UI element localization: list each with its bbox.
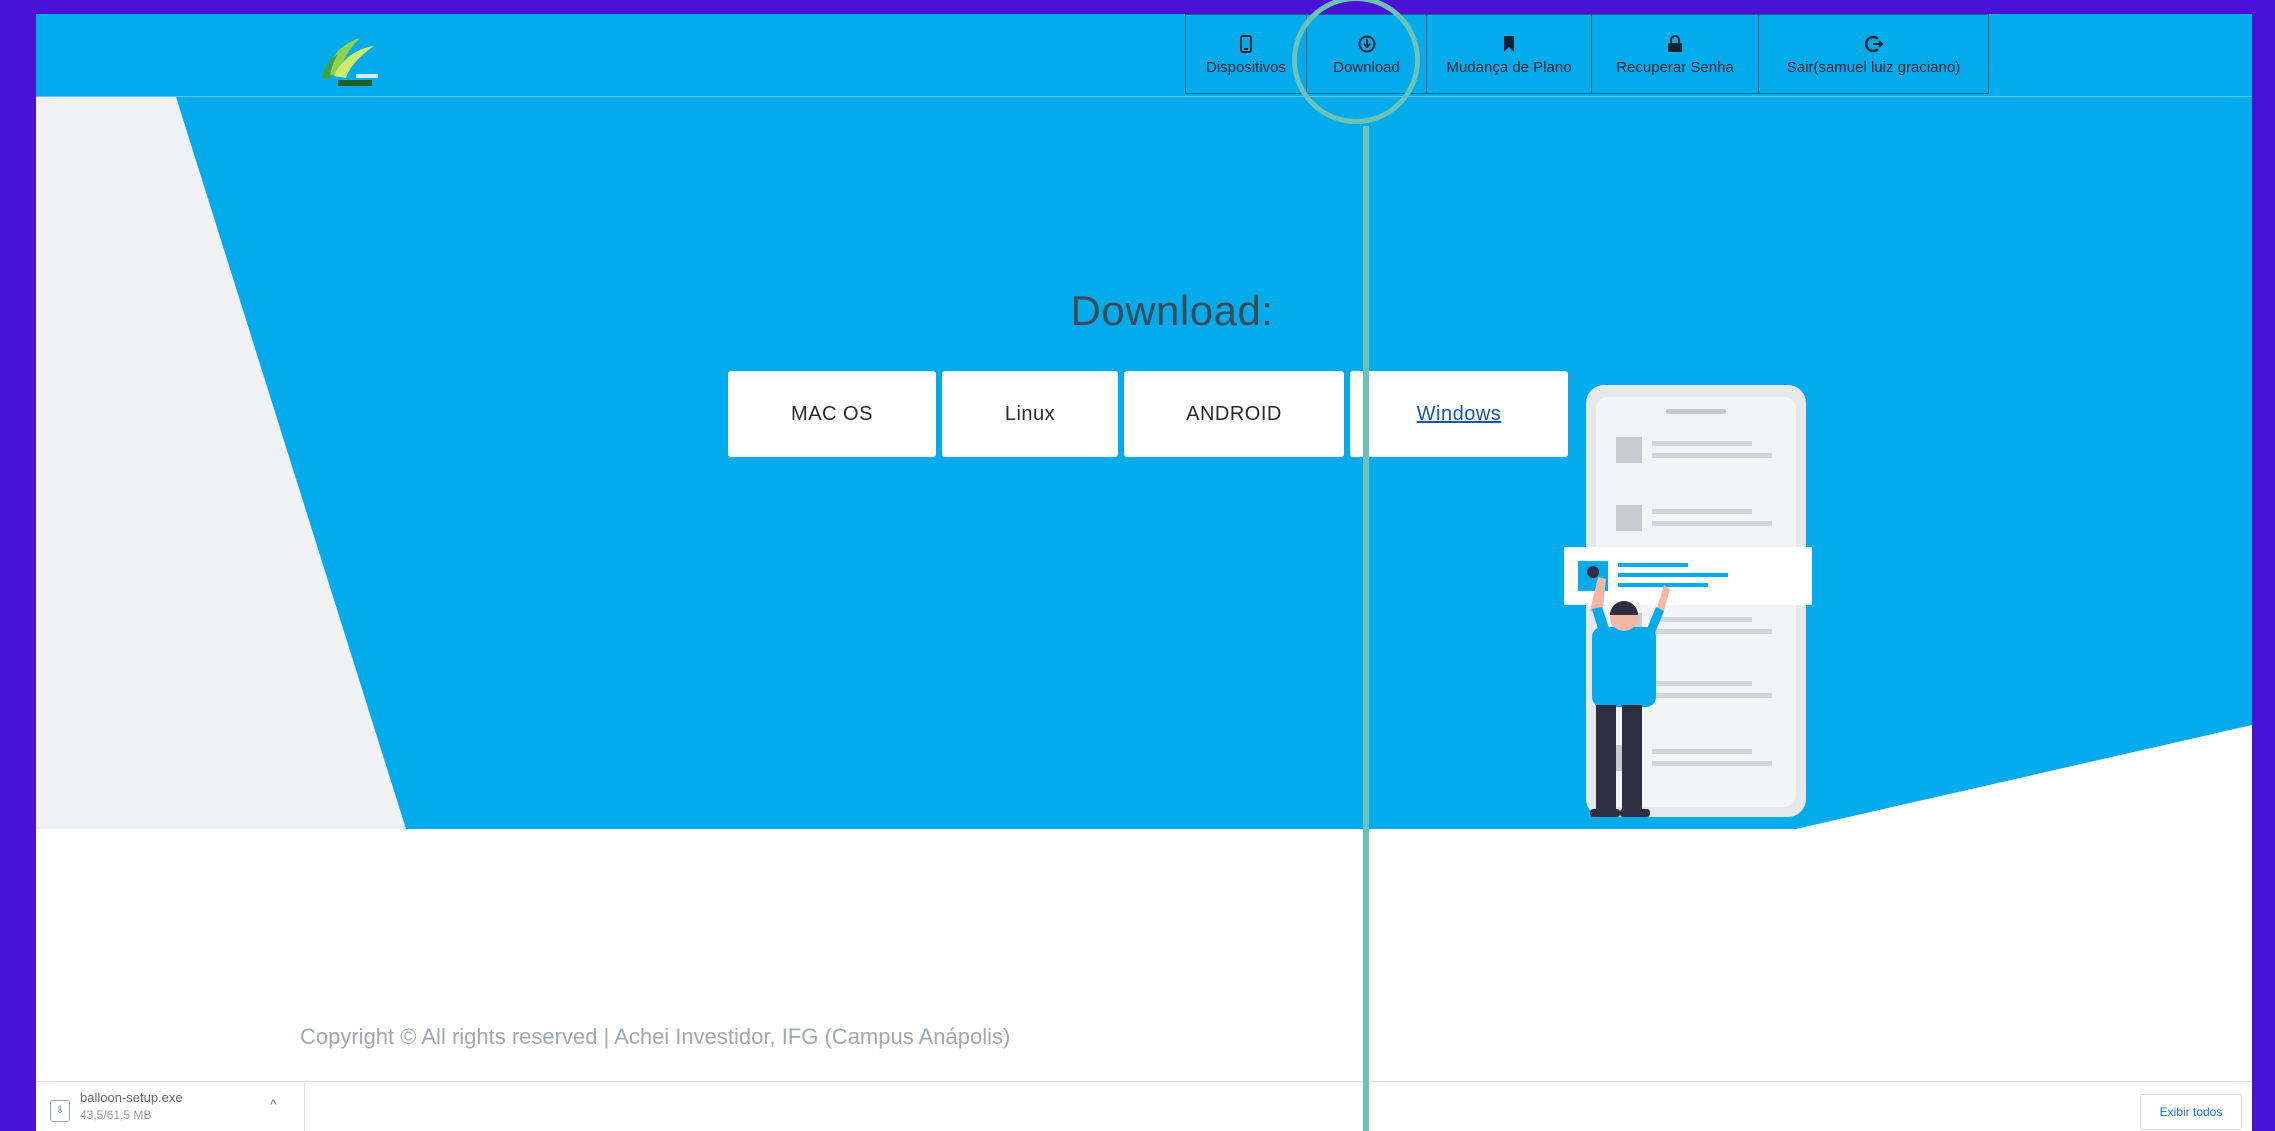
- download-title: Download:: [1070, 287, 1274, 334]
- nav-item-plan-change[interactable]: Mudança de Plano: [1426, 14, 1592, 94]
- download-progress-text: 43,5/61,5 MB: [80, 1108, 152, 1122]
- nav-item-label: Mudança de Plano: [1446, 58, 1572, 76]
- nav-item-devices[interactable]: Dispositivos: [1185, 14, 1307, 94]
- mac-os-download-button[interactable]: MAC OS: [728, 371, 936, 457]
- highlight-pointer-line: [1363, 126, 1369, 1131]
- browser-viewport: Dispositivos Download Mudança de Plano R…: [36, 14, 2252, 1131]
- nav-item-label: Recuperar Senha: [1616, 58, 1734, 76]
- linux-download-button[interactable]: Linux: [942, 371, 1118, 457]
- nav-item-label: Dispositivos: [1205, 58, 1287, 76]
- logout-icon: [1864, 33, 1883, 55]
- windows-download-button[interactable]: Windows: [1350, 371, 1568, 457]
- show-all-downloads-button[interactable]: Exibir todos: [2140, 1094, 2242, 1130]
- divider: [304, 1082, 305, 1131]
- chevron-up-icon[interactable]: ^: [270, 1096, 277, 1112]
- download-shelf: ⇩ balloon-setup.exe 43,5/61,5 MB ^ Exibi…: [36, 1081, 2252, 1131]
- download-file-name[interactable]: balloon-setup.exe: [80, 1090, 183, 1105]
- nav-item-recover-password[interactable]: Recuperar Senha: [1591, 14, 1759, 94]
- phone-icon: [1240, 33, 1252, 55]
- highlight-circle: [1292, 0, 1420, 124]
- nav-item-label: Sair(samuel luiz graciano): [1786, 58, 1961, 76]
- exe-file-icon: ⇩: [50, 1100, 70, 1122]
- copyright-text: Copyright © All rights reserved | Achei …: [300, 1024, 1011, 1049]
- android-download-button[interactable]: ANDROID: [1124, 371, 1344, 457]
- brand-logo[interactable]: [316, 34, 386, 94]
- top-navbar: Dispositivos Download Mudança de Plano R…: [36, 14, 2252, 97]
- bookmark-icon: [1503, 33, 1515, 55]
- hero-section: Download: MAC OS Linux ANDROID Windows: [36, 97, 2252, 842]
- lock-icon: [1667, 33, 1683, 55]
- hero-background: [36, 97, 2252, 842]
- nav-item-logout[interactable]: Sair(samuel luiz graciano): [1758, 14, 1989, 94]
